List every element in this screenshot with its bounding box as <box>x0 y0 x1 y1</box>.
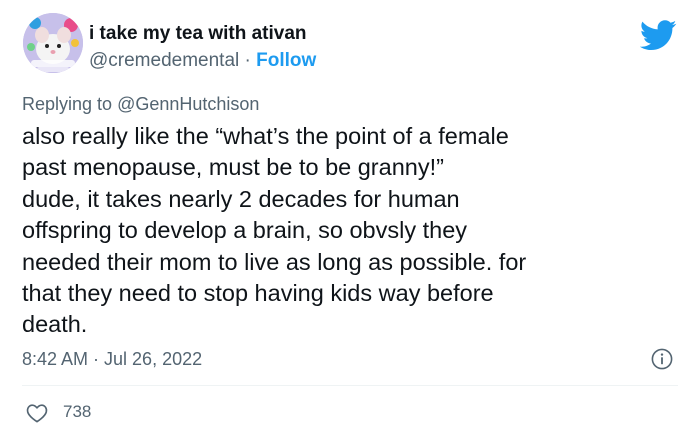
info-icon[interactable] <box>651 348 673 370</box>
avatar[interactable] <box>23 13 83 73</box>
follow-button[interactable]: Follow <box>256 50 316 71</box>
avatar-image <box>23 13 83 73</box>
handle-separator: · <box>244 50 251 71</box>
reply-mention-link[interactable]: @GennHutchison <box>117 94 259 114</box>
author-display-name[interactable]: i take my tea with ativan <box>89 23 307 45</box>
divider <box>22 385 678 386</box>
author-handle[interactable]: @cremedemental <box>89 50 239 71</box>
like-count: 738 <box>63 402 92 421</box>
tweet-timestamp[interactable]: 8:42 AM · Jul 26, 2022 <box>22 349 202 370</box>
replying-to-line: Replying to @GennHutchison <box>22 94 259 115</box>
author-handle-line: @cremedemental · Follow <box>89 50 316 72</box>
replying-to-label: Replying to <box>22 94 113 114</box>
tweet-card: i take my tea with ativan @cremedemental… <box>0 0 700 441</box>
tweet-body: also really like the “what’s the point o… <box>22 123 527 338</box>
heart-icon[interactable] <box>26 403 48 423</box>
twitter-bird-icon[interactable] <box>640 20 677 51</box>
